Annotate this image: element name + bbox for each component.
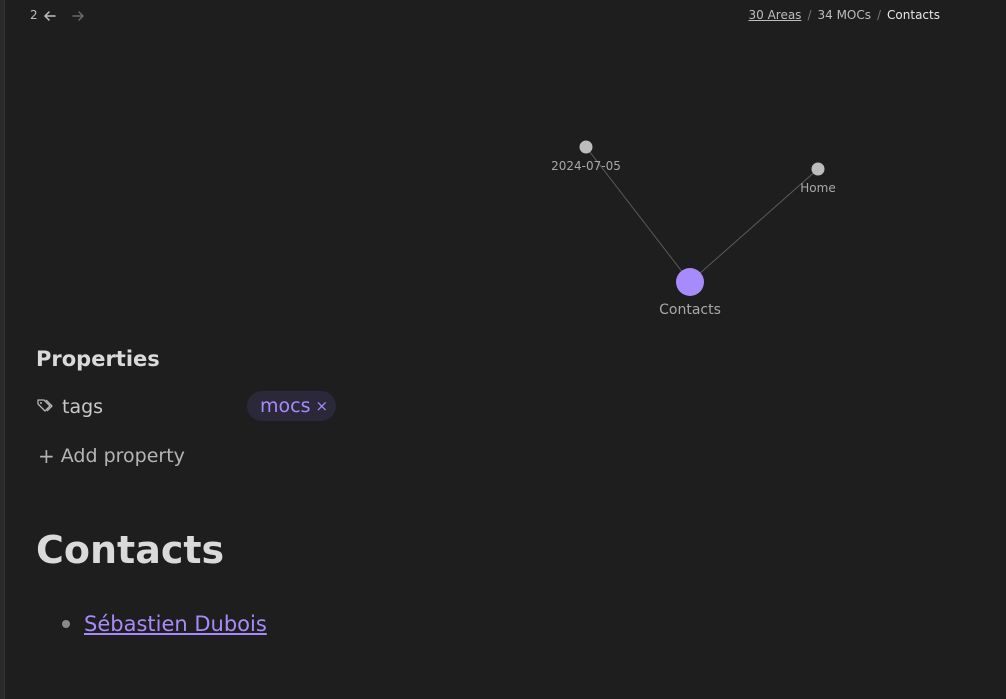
graph-node-current[interactable] [676,268,704,296]
add-property-label: Add property [60,445,185,467]
tags-icon [37,399,53,412]
add-property-button[interactable]: + Add property [38,444,185,468]
bullet-icon [62,620,70,628]
local-graph[interactable]: 2024-07-05 Home Contacts [0,0,1006,340]
app-window: 2 30 Areas / 34 MOCs / Contacts 2024-07-… [0,0,1006,699]
internal-link[interactable]: Sébastien Dubois [84,612,267,636]
list-item: Sébastien Dubois [62,612,267,636]
property-key-tags[interactable]: tags [62,396,103,418]
property-row-tags: tags mocs × [36,391,356,423]
graph-node-home[interactable] [811,162,825,176]
note-title: Contacts [36,528,225,572]
graph-label-home: Home [800,181,835,195]
graph-edge-home [689,168,819,283]
graph-label-date: 2024-07-05 [551,159,621,173]
properties-heading: Properties [36,347,160,371]
note-list: Sébastien Dubois [62,612,267,636]
tag-remove-icon[interactable]: × [315,397,328,415]
plus-icon: + [38,444,55,468]
graph-label-current: Contacts [659,302,721,318]
tag-pill-label[interactable]: mocs [260,395,310,417]
tag-pill[interactable]: mocs × [247,391,337,421]
graph-node-date[interactable] [579,140,593,154]
